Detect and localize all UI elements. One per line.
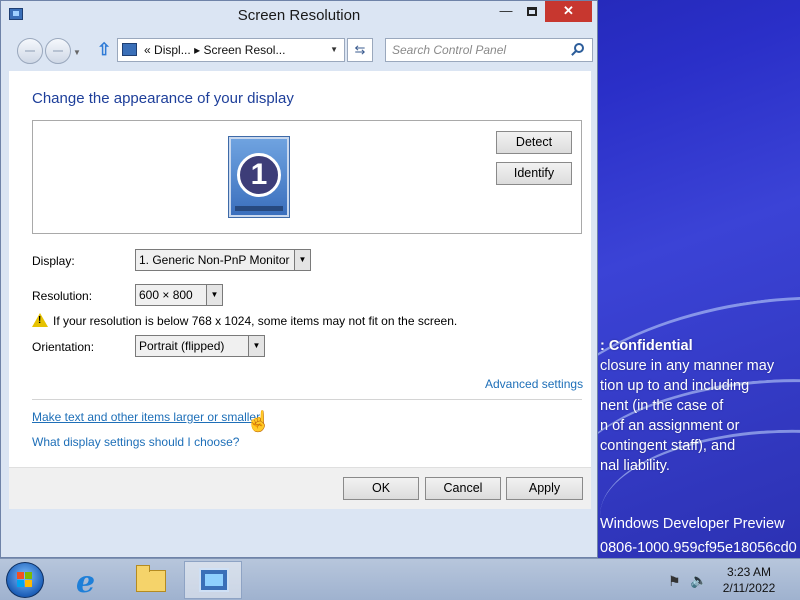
breadcrumb: « Displ... ▸ Screen Resol...	[144, 43, 285, 57]
chevron-down-icon: ▼	[294, 250, 310, 270]
watermark-product: Windows Developer Preview	[600, 516, 785, 532]
title-bar[interactable]: Screen Resolution — ✕	[1, 1, 597, 31]
taskbar: e ⚑ 🔈 3:23 AM 2/11/2022	[0, 558, 800, 600]
taskbar-control-panel[interactable]	[184, 561, 242, 599]
address-bar[interactable]: « Displ... ▸ Screen Resol... ▼	[117, 38, 345, 62]
breadcrumb-item-screen-resolution[interactable]: Screen Resol...	[203, 43, 285, 57]
orientation-select-value: Portrait (flipped)	[139, 339, 225, 353]
monitor-preview-panel: 1 Detect Identify	[32, 120, 582, 234]
control-panel-icon	[199, 568, 229, 592]
refresh-icon: ⇆	[354, 42, 366, 57]
back-button[interactable]	[17, 38, 43, 64]
internet-explorer-icon: e	[76, 565, 96, 600]
windows-logo-icon	[17, 572, 33, 588]
watermark-line: tion up to and including	[600, 378, 750, 394]
taskbar-file-explorer[interactable]	[122, 561, 180, 599]
text-size-link[interactable]: Make text and other items larger or smal…	[32, 410, 260, 424]
action-center-flag-icon[interactable]: ⚑	[668, 573, 681, 590]
watermark-line: nent (in the case of	[600, 398, 724, 414]
control-panel-icon	[122, 43, 137, 56]
orientation-select[interactable]: Portrait (flipped) ▼	[135, 335, 265, 357]
monitor-1-icon[interactable]: 1	[229, 137, 289, 217]
chevron-down-icon: ▼	[206, 285, 222, 305]
breadcrumb-overflow[interactable]: «	[144, 43, 151, 57]
watermark-title: : Confidential	[600, 338, 693, 354]
taskbar-internet-explorer[interactable]: e	[62, 561, 120, 600]
orientation-label: Orientation:	[32, 340, 95, 354]
ok-button[interactable]: OK	[343, 477, 419, 500]
breadcrumb-separator-icon[interactable]: ▸	[194, 43, 200, 57]
dialog-footer: OK Cancel Apply	[9, 467, 591, 509]
main-content: Change the appearance of your display 1 …	[9, 71, 591, 467]
hand-cursor-icon: ☝	[246, 411, 271, 433]
volume-icon[interactable]: 🔈	[690, 572, 707, 589]
resolution-warning: If your resolution is below 768 x 1024, …	[53, 314, 458, 328]
start-button[interactable]	[6, 562, 44, 598]
monitor-taskbar-graphic	[235, 206, 283, 211]
chevron-down-icon: ▼	[248, 336, 264, 356]
breadcrumb-item-display[interactable]: Displ...	[154, 43, 191, 57]
watermark-line: closure in any manner may	[600, 358, 775, 374]
display-help-link[interactable]: What display settings should I choose?	[32, 435, 239, 449]
display-select[interactable]: 1. Generic Non-PnP Monitor ▼	[135, 249, 311, 271]
watermark-line: contingent staff), and	[600, 438, 736, 454]
search-box[interactable]	[385, 38, 593, 62]
resolution-label: Resolution:	[32, 289, 93, 303]
clock-time: 3:23 AM	[726, 565, 772, 579]
refresh-button[interactable]: ⇆	[347, 38, 373, 62]
identify-button[interactable]: Identify	[496, 162, 572, 185]
monitor-number: 1	[237, 153, 281, 197]
maximize-icon	[527, 7, 537, 17]
screen-resolution-window: Screen Resolution — ✕ ▼ ⇧ « Displ... ▸ S…	[0, 0, 598, 558]
detect-button[interactable]: Detect	[496, 131, 572, 154]
warning-icon	[32, 313, 48, 327]
resolution-select[interactable]: 600 × 800 ▼	[135, 284, 223, 306]
resolution-select-value: 600 × 800	[139, 288, 193, 302]
search-icon[interactable]	[574, 43, 584, 53]
display-label: Display:	[32, 254, 75, 268]
confidential-watermark: : Confidential closure in any manner may…	[600, 336, 774, 476]
page-title: Change the appearance of your display	[32, 90, 294, 107]
address-dropdown-icon[interactable]: ▼	[330, 45, 338, 54]
advanced-settings-link[interactable]: Advanced settings	[485, 377, 583, 391]
display-select-value: 1. Generic Non-PnP Monitor	[139, 253, 290, 267]
apply-button[interactable]: Apply	[506, 477, 583, 500]
recent-pages-dropdown-icon[interactable]: ▼	[73, 48, 81, 57]
divider	[32, 399, 582, 400]
close-button[interactable]: ✕	[545, 1, 592, 22]
watermark-build: 0806-1000.959cf95e18056cd0	[600, 540, 797, 556]
clock-date: 2/11/2022	[722, 581, 776, 595]
minimize-button[interactable]: —	[493, 1, 519, 22]
watermark-line: n of an assignment or	[600, 418, 740, 434]
watermark-line: nal liability.	[600, 458, 670, 474]
up-arrow-icon[interactable]: ⇧	[97, 40, 111, 60]
cancel-button[interactable]: Cancel	[425, 477, 501, 500]
navigation-bar: ▼ ⇧ « Displ... ▸ Screen Resol... ▼ ⇆	[1, 31, 597, 69]
search-input[interactable]	[392, 42, 562, 58]
maximize-button[interactable]	[519, 1, 545, 22]
forward-button[interactable]	[45, 38, 71, 64]
folder-icon	[136, 565, 166, 592]
system-clock[interactable]: 3:23 AM 2/11/2022	[716, 564, 782, 596]
